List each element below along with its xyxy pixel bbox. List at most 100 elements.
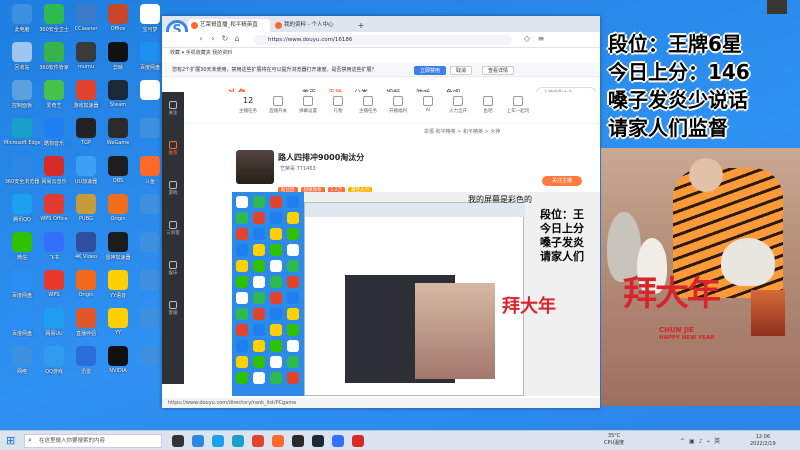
desktop-icon[interactable]: 直播伴侣: [68, 308, 104, 348]
desktop-icon[interactable]: NVIDIA: [100, 346, 136, 386]
stream-video-player[interactable]: 我的屏幕是彩色的 段位：王 今日上分 嗓子发炎 请家人们 拜大年: [232, 192, 600, 396]
tool-item[interactable]: 火力全开: [444, 96, 472, 114]
address-bar[interactable]: https://www.douyu.com/16186: [254, 35, 512, 45]
desktop-icon[interactable]: 4K Video: [68, 232, 104, 272]
tab-douyu-room[interactable]: 艺荣哥直播_和平精英直: [188, 19, 270, 32]
tool-item[interactable]: 礼物: [324, 96, 352, 114]
desktop-icon[interactable]: 雷神加速器: [100, 232, 136, 272]
desktop-icon[interactable]: PUBG: [68, 194, 104, 234]
desktop-icon[interactable]: YY: [100, 308, 136, 348]
app-icon: [140, 80, 160, 100]
cancel-button[interactable]: 取消: [450, 66, 473, 75]
tool-item[interactable]: AI: [414, 96, 442, 113]
details-button[interactable]: 查看详情: [482, 66, 515, 75]
taskbar-clock[interactable]: 12:06 2022/2/19: [750, 434, 776, 448]
desktop-icon[interactable]: mumu: [68, 42, 104, 82]
follow-button[interactable]: 关注主播: [542, 176, 582, 186]
windows-start-icon[interactable]: ⊞: [6, 435, 18, 447]
tool-item[interactable]: 主播任务: [354, 96, 382, 114]
menu-icon[interactable]: ≡: [536, 34, 546, 44]
stream-browser-mirror: [304, 202, 525, 396]
sidebar-item[interactable]: 三剑客: [162, 218, 184, 240]
desktop-icon[interactable]: 酷狗音乐: [36, 118, 72, 158]
desktop-icon[interactable]: QQ游戏: [36, 346, 72, 386]
taskbar-app-icon[interactable]: [332, 435, 344, 447]
desktop-icon[interactable]: OBS: [100, 156, 136, 196]
taskbar-app-icon[interactable]: [272, 435, 284, 447]
mirror-app-icon: [287, 228, 299, 240]
desktop-icon[interactable]: 剪映: [100, 42, 136, 82]
desktop-icon[interactable]: UU加速器: [68, 156, 104, 196]
taskbar-app-icon[interactable]: [172, 435, 184, 447]
desktop-icon[interactable]: WPS: [36, 270, 72, 310]
desktop-icon[interactable]: 爱奇艺: [36, 80, 72, 120]
desktop-icon[interactable]: YY语音: [100, 270, 136, 310]
desktop-icon[interactable]: 360安全卫士: [36, 4, 72, 44]
bookmarks-bar[interactable]: 收藏 ▾ 手机收藏夹 我的资料: [162, 48, 600, 58]
back-icon[interactable]: ‹: [196, 34, 206, 44]
tab-profile[interactable]: 我的资料 - 个人中心: [272, 19, 354, 32]
desktop-icon[interactable]: 微信: [4, 232, 40, 272]
desktop-icon[interactable]: 百度网盘: [4, 308, 40, 348]
desktop-icon[interactable]: 网易UU: [36, 308, 72, 348]
tray-icons[interactable]: ^▣♪⌁英: [680, 436, 724, 445]
desktop-icon[interactable]: 网络: [4, 346, 40, 386]
desktop-icon[interactable]: Office: [100, 4, 136, 44]
mirror-app-icon: [253, 372, 265, 384]
desktop-icon[interactable]: Steam: [100, 80, 136, 120]
desktop-icon[interactable]: Origin: [100, 194, 136, 234]
desktop-icon[interactable]: WeGame: [100, 118, 136, 158]
desktop-icon[interactable]: 迅雷: [68, 346, 104, 386]
taskbar-app-icon[interactable]: [312, 435, 324, 447]
desktop-icon[interactable]: Microsoft Edge: [4, 118, 40, 158]
desktop-icon[interactable]: WPS Office: [36, 194, 72, 234]
stream-baidu-text: 拜大年: [502, 296, 556, 317]
tool-item[interactable]: 鱼吧: [474, 96, 502, 114]
tool-item[interactable]: 开播福利: [384, 96, 412, 114]
disable-button[interactable]: 立即禁用: [414, 66, 447, 75]
tool-icon: [393, 96, 403, 106]
mirror-app-icon: [236, 228, 248, 240]
desktop-icon[interactable]: 此电脑: [4, 4, 40, 44]
desktop-icon[interactable]: CCleaner: [68, 4, 104, 44]
refresh-icon[interactable]: ↻: [220, 34, 230, 44]
desktop-icon[interactable]: 飞书: [36, 232, 72, 272]
desktop-icon[interactable]: Origin: [68, 270, 104, 310]
cpu-temp-tray[interactable]: 35°C CPU温度: [604, 433, 624, 446]
tool-item[interactable]: 弹幕设置: [294, 96, 322, 114]
desktop-icon[interactable]: 360安全浏览器: [4, 156, 40, 196]
taskbar-search-input[interactable]: 在这里输入你要搜索的内容: [24, 434, 162, 448]
desktop-icon[interactable]: 游戏加速器: [68, 80, 104, 120]
anchor-avatar[interactable]: [236, 150, 274, 184]
new-tab-button[interactable]: +: [356, 19, 366, 32]
sidebar-item[interactable]: 客服: [162, 298, 184, 320]
sidebar-item[interactable]: 推荐: [162, 138, 184, 160]
desktop-icon[interactable]: 百度网盘: [4, 270, 40, 310]
sidebar-item[interactable]: 游戏: [162, 178, 184, 200]
taskbar-app-icon[interactable]: [192, 435, 204, 447]
home-icon[interactable]: ⌂: [232, 34, 242, 44]
desktop-icon[interactable]: 控制面板: [4, 80, 40, 120]
taskbar-app-icon[interactable]: [252, 435, 264, 447]
desktop-icon[interactable]: 回收站: [4, 42, 40, 82]
taskbar-app-icon[interactable]: [232, 435, 244, 447]
taskbar-app-icon[interactable]: [292, 435, 304, 447]
shield-icon[interactable]: ◇: [522, 34, 532, 44]
desktop-icon[interactable]: 360软件管家: [36, 42, 72, 82]
taskbar-app-icon[interactable]: [212, 435, 224, 447]
taskbar-app-icon[interactable]: [352, 435, 364, 447]
app-icon: [76, 232, 96, 252]
desktop-icon-label: Steam: [109, 102, 127, 108]
desktop-icon[interactable]: TGP: [68, 118, 104, 158]
desktop-icon[interactable]: 腾讯QQ: [4, 194, 40, 234]
stream-desktop-mirror: [232, 192, 304, 396]
tool-item[interactable]: 直播开关: [264, 96, 292, 114]
app-icon: [108, 42, 128, 62]
app-icon: [44, 118, 64, 138]
forward-icon[interactable]: ›: [208, 34, 218, 44]
tool-item[interactable]: 上车一起玩: [504, 96, 532, 114]
desktop-icon[interactable]: 网易云音乐: [36, 156, 72, 196]
sidebar-item[interactable]: 关注: [162, 98, 184, 120]
sidebar-item[interactable]: 娱乐: [162, 258, 184, 280]
tool-item[interactable]: 12 主播任务: [234, 96, 262, 114]
